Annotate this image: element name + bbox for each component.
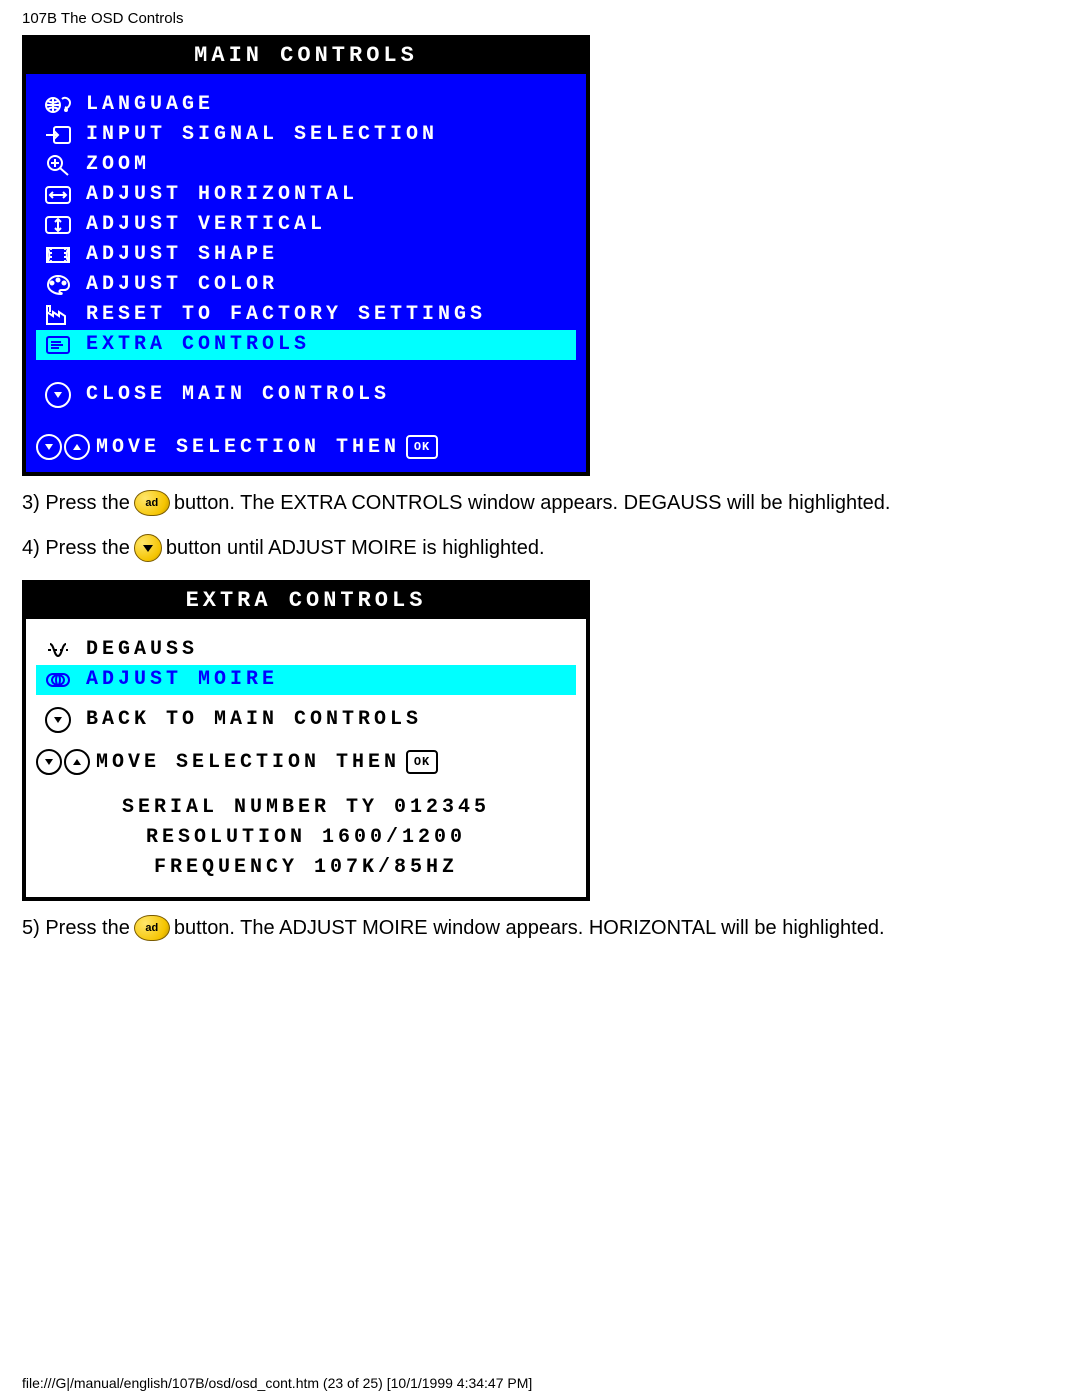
step-3: 3) Press the ad button. The EXTRA CONTRO… [22,490,1058,516]
step5-suffix: button. The ADJUST MOIRE window appears.… [174,917,885,940]
extra-controls-icon [36,333,80,357]
menu-item-reset-factory[interactable]: RESET TO FACTORY SETTINGS [36,300,576,330]
ok-button-icon: ad [134,490,170,516]
main-footer-hint: MOVE SELECTION THEN OK [36,430,576,462]
back-down-icon [36,707,80,733]
info-block: SERIAL NUMBER TY 012345 RESOLUTION 1600/… [36,787,576,887]
menu-item-adjust-shape[interactable]: ADJUST SHAPE [36,240,576,270]
degauss-icon [36,638,80,662]
extra-footer-hint: MOVE SELECTION THEN OK [36,745,576,777]
resolution: RESOLUTION 1600/1200 [36,823,576,853]
menu-label: DEGAUSS [80,636,576,664]
step3-prefix: 3) Press the [22,492,130,515]
ok-icon: OK [406,750,438,774]
menu-item-zoom[interactable]: ZOOM [36,150,576,180]
menu-label: ADJUST VERTICAL [80,211,576,239]
extra-controls-title: EXTRA CONTROLS [26,584,586,619]
step3-suffix: button. The EXTRA CONTROLS window appear… [174,492,891,515]
step-4: 4) Press the button until ADJUST MOIRE i… [22,534,1058,562]
menu-label: RESET TO FACTORY SETTINGS [80,301,576,329]
input-signal-icon [36,123,80,147]
status-bar: file:///G|/manual/english/107B/osd/osd_c… [0,1371,532,1397]
page-header: 107B The OSD Controls [22,10,1058,27]
main-controls-title: MAIN CONTROLS [26,39,586,74]
updown-icon [36,434,90,460]
adjust-vertical-icon [36,213,80,237]
adjust-shape-icon [36,243,80,267]
menu-label: ADJUST SHAPE [80,241,576,269]
menu-label: CLOSE MAIN CONTROLS [80,381,576,409]
factory-icon [36,303,80,327]
menu-label: BACK TO MAIN CONTROLS [80,706,576,734]
footer-hint-text: MOVE SELECTION THEN [96,436,400,459]
language-icon [36,93,80,117]
ok-icon: OK [406,435,438,459]
close-down-icon [36,382,80,408]
menu-item-adjust-vertical[interactable]: ADJUST VERTICAL [36,210,576,240]
zoom-icon [36,153,80,177]
moire-icon [36,668,80,692]
menu-item-input-signal[interactable]: INPUT SIGNAL SELECTION [36,120,576,150]
menu-item-close[interactable]: CLOSE MAIN CONTROLS [36,380,576,410]
menu-item-language[interactable]: LANGUAGE [36,90,576,120]
main-controls-panel: MAIN CONTROLS LANGUAGE INPUT SIGNAL SELE… [22,35,590,476]
adjust-color-icon [36,273,80,297]
menu-label: LANGUAGE [80,91,576,119]
menu-item-adjust-horizontal[interactable]: ADJUST HORIZONTAL [36,180,576,210]
footer-hint-text: MOVE SELECTION THEN [96,751,400,774]
menu-item-extra-controls[interactable]: EXTRA CONTROLS [36,330,576,360]
serial-number: SERIAL NUMBER TY 012345 [36,793,576,823]
step5-prefix: 5) Press the [22,917,130,940]
menu-label: ADJUST HORIZONTAL [80,181,576,209]
down-button-icon [134,534,162,562]
menu-label: ADJUST COLOR [80,271,576,299]
updown-icon [36,749,90,775]
menu-label: ADJUST MOIRE [80,666,576,694]
menu-label: ZOOM [80,151,576,179]
menu-item-back[interactable]: BACK TO MAIN CONTROLS [36,705,576,735]
adjust-horizontal-icon [36,183,80,207]
menu-label: EXTRA CONTROLS [80,331,576,359]
step4-prefix: 4) Press the [22,537,130,560]
step4-suffix: button until ADJUST MOIRE is highlighted… [166,537,545,560]
menu-item-degauss[interactable]: DEGAUSS [36,635,576,665]
step-5: 5) Press the ad button. The ADJUST MOIRE… [22,915,1058,941]
menu-item-adjust-color[interactable]: ADJUST COLOR [36,270,576,300]
menu-item-adjust-moire[interactable]: ADJUST MOIRE [36,665,576,695]
menu-label: INPUT SIGNAL SELECTION [80,121,576,149]
extra-controls-panel: EXTRA CONTROLS DEGAUSS ADJUST MOIRE BA [22,580,590,901]
ok-button-icon: ad [134,915,170,941]
frequency: FREQUENCY 107K/85HZ [36,853,576,883]
